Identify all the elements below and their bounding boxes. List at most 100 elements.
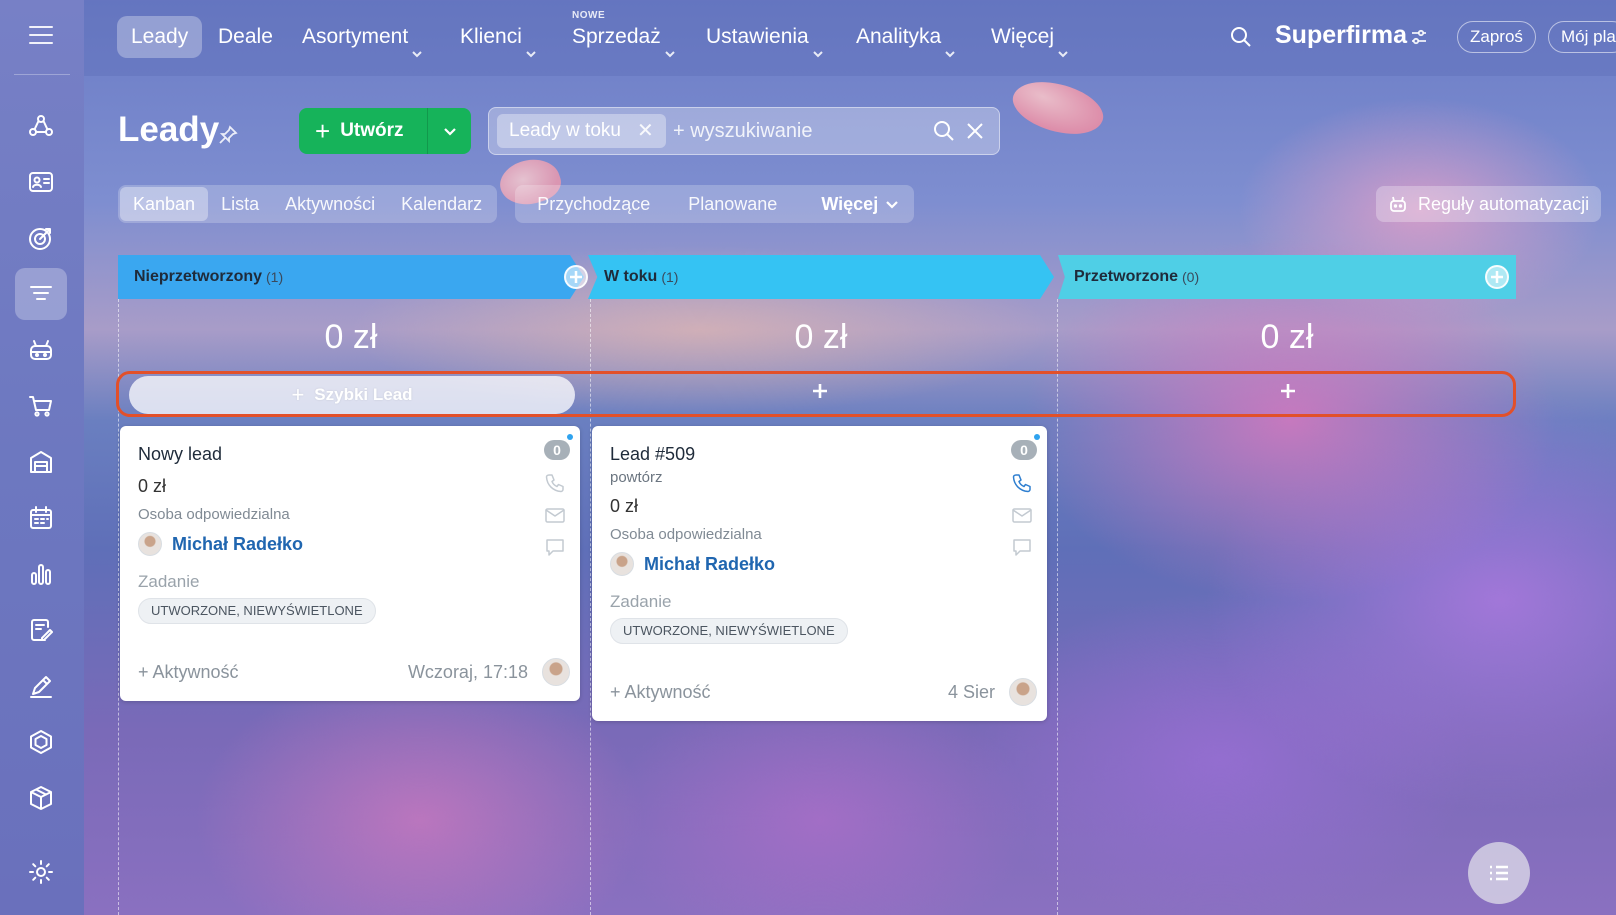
nav-wiecej[interactable]: Więcej: [991, 16, 1068, 58]
clear-search-icon[interactable]: [964, 120, 988, 144]
column-header-przetworzone[interactable]: Przetworzone (0): [1058, 255, 1516, 299]
sidebar-divider: [14, 74, 70, 75]
email-icon[interactable]: [1011, 504, 1033, 526]
email-icon[interactable]: [544, 504, 566, 526]
remove-filter-icon[interactable]: ✕: [637, 114, 654, 148]
view-tabs: Kanban Lista Aktywności Kalendarz: [118, 185, 498, 223]
search-icon[interactable]: [1230, 26, 1254, 50]
nav-analityka-label: Analityka: [856, 25, 942, 48]
automation-rules-button[interactable]: Reguły automatyzacji: [1376, 186, 1602, 222]
tab-aktywnosci[interactable]: Aktywności: [272, 187, 388, 221]
lead-date: Wczoraj, 17:18: [407, 662, 528, 682]
pin-icon[interactable]: [218, 125, 238, 145]
chat-list-button[interactable]: [1468, 842, 1530, 904]
nav-wiecej-label: Więcej: [991, 25, 1055, 48]
column-title: W toku: [604, 268, 658, 285]
nav-ustawienia[interactable]: Ustawienia: [706, 16, 823, 58]
search-input[interactable]: + wyszukiwanie: [673, 120, 813, 143]
tab-lista[interactable]: Lista: [208, 187, 272, 221]
task-label: Zadanie: [138, 572, 200, 591]
avatar: [138, 532, 162, 556]
nav-leady[interactable]: Leady: [117, 16, 203, 58]
add-lead-plus-icon[interactable]: [1485, 265, 1509, 289]
column-header-nieprzetworzony[interactable]: Nieprzetworzony (1): [118, 255, 584, 299]
settings-sliders-icon[interactable]: [1410, 28, 1428, 46]
gear-icon[interactable]: [15, 846, 67, 898]
tab-kalendarz[interactable]: Kalendarz: [388, 187, 495, 221]
responsible-person[interactable]: Michał Radełko: [138, 532, 303, 556]
my-plan-button[interactable]: Mój pla: [1548, 21, 1616, 53]
nav-sprzedaz-label: Sprzedaż: [572, 25, 661, 48]
nav-asortyment[interactable]: Asortyment: [302, 16, 422, 58]
nav-deale[interactable]: Deale: [218, 16, 273, 58]
lead-amount: 0 zł: [610, 496, 639, 516]
more-filters-button[interactable]: Więcej: [795, 187, 912, 221]
target-icon[interactable]: [15, 212, 67, 264]
contact-card-icon[interactable]: [15, 156, 67, 208]
chevron-down-icon: [412, 32, 422, 58]
column-sum: 0 zł: [1260, 318, 1314, 356]
filter-planowane[interactable]: Planowane: [670, 187, 795, 221]
chat-icon[interactable]: [1011, 536, 1033, 558]
document-sign-icon[interactable]: [15, 604, 67, 656]
lead-title[interactable]: Lead #509: [610, 444, 695, 465]
chevron-down-icon: [945, 32, 955, 58]
avatar[interactable]: [1009, 678, 1037, 706]
quick-lead-button[interactable]: + Szybki Lead: [129, 376, 575, 414]
column-count: (1): [661, 269, 679, 285]
brand-name[interactable]: Superfirma: [1275, 21, 1407, 50]
invite-button[interactable]: Zaproś: [1457, 21, 1536, 53]
more-filters-label: Więcej: [821, 194, 879, 214]
responsible-person[interactable]: Michał Radełko: [610, 552, 775, 576]
column-title: Nieprzetworzony: [134, 268, 263, 285]
left-sidebar: [0, 0, 84, 915]
filter-search-box[interactable]: Leady w toku ✕ + wyszukiwanie: [488, 107, 1000, 155]
nav-klienci[interactable]: Klienci: [460, 16, 536, 58]
person-name[interactable]: Michał Radełko: [644, 554, 775, 575]
phone-icon[interactable]: [1011, 472, 1033, 494]
contacts-network-icon[interactable]: [15, 100, 67, 152]
create-dropdown-chevron-icon[interactable]: [428, 124, 471, 138]
chat-icon[interactable]: [544, 536, 566, 558]
nav-analityka[interactable]: Analityka: [856, 16, 955, 58]
calendar-grid-icon[interactable]: [15, 492, 67, 544]
analytics-bars-icon[interactable]: [15, 548, 67, 600]
add-lead-plus-icon[interactable]: [564, 265, 588, 289]
nav-klienci-label: Klienci: [460, 25, 522, 48]
tab-kanban[interactable]: Kanban: [120, 187, 209, 221]
nav-sprzedaz[interactable]: Sprzedaż: [572, 16, 675, 58]
create-button-label: Utwórz: [340, 120, 404, 141]
list-icon: [1490, 865, 1508, 881]
phone-icon[interactable]: [544, 472, 566, 494]
filter-chip[interactable]: Leady w toku ✕: [497, 114, 666, 148]
quick-add-plus-icon[interactable]: [811, 382, 831, 402]
cube-icon[interactable]: [15, 772, 67, 824]
automation-rules-label: Reguły automatyzacji: [1418, 194, 1590, 214]
lead-card[interactable]: Nowy lead 0 0 zł Osoba odpowiedzialna Mi…: [120, 426, 580, 701]
person-name[interactable]: Michał Radełko: [172, 534, 303, 555]
create-button-main[interactable]: + Utwórz: [299, 116, 427, 146]
hexagon-icon[interactable]: [15, 716, 67, 768]
pen-icon[interactable]: [15, 660, 67, 712]
lead-card[interactable]: Lead #509 0 powtórz 0 zł Osoba odpowiedz…: [592, 426, 1047, 721]
menu-icon[interactable]: [29, 26, 53, 44]
task-status-badge: UTWORZONE, NIEWYŚWIETLONE: [138, 598, 376, 624]
plus-icon: +: [315, 116, 331, 146]
avatar[interactable]: [542, 658, 570, 686]
warehouse-icon[interactable]: [15, 436, 67, 488]
lead-title[interactable]: Nowy lead: [138, 444, 222, 465]
chevron-down-icon: [665, 32, 675, 58]
funnel-icon[interactable]: [15, 268, 67, 320]
quick-add-plus-icon[interactable]: [1279, 382, 1299, 402]
filter-przychodzace[interactable]: Przychodzące: [517, 187, 670, 221]
search-icon[interactable]: [933, 120, 957, 144]
column-header-w-toku[interactable]: W toku (1): [588, 255, 1054, 299]
add-activity-link[interactable]: + Aktywność: [138, 662, 239, 683]
chevron-down-icon: [886, 201, 898, 209]
cart-icon[interactable]: [15, 380, 67, 432]
column-sum: 0 zł: [324, 318, 378, 356]
robot-icon[interactable]: [15, 324, 67, 376]
create-button[interactable]: + Utwórz: [299, 108, 471, 154]
responsible-label: Osoba odpowiedzialna: [138, 506, 290, 523]
add-activity-link[interactable]: + Aktywność: [610, 682, 711, 703]
